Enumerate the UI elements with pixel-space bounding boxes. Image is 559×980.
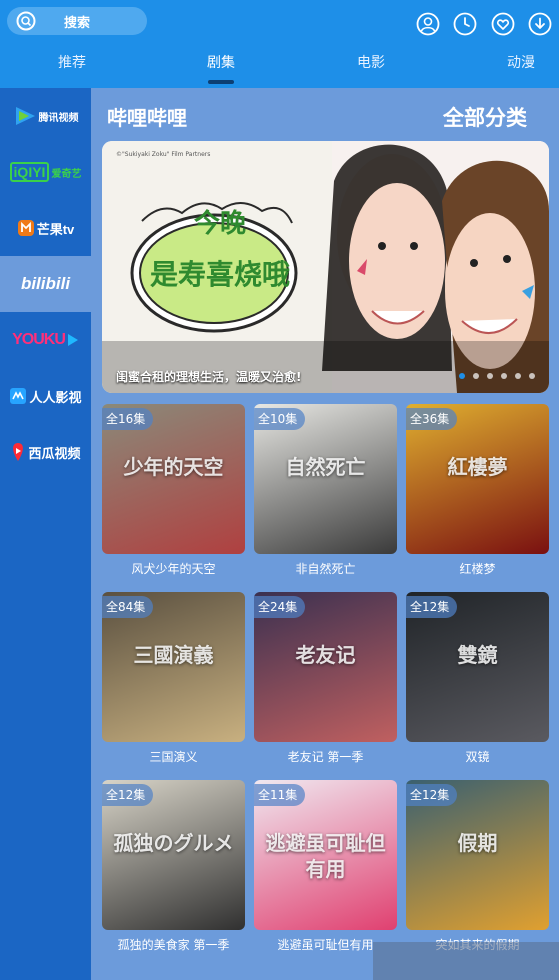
active-tab-indicator (208, 80, 234, 84)
show-title: 非自然死亡 (295, 562, 356, 576)
poster-art-text: 假期 (457, 831, 498, 855)
history-icon[interactable] (453, 12, 477, 36)
sidebar-label-iqiyi: 爱奇艺 (51, 168, 82, 180)
mango-icon (17, 220, 34, 236)
sidebar-label-bilibili: bilibili (20, 274, 71, 293)
sidebar-label-tencent: 腾讯视频 (38, 112, 79, 124)
banner-credit: ©"Sukiyaki Zoku" Film Partners (116, 151, 211, 158)
banner-poster-text-2: 是寿喜烧哦 (150, 258, 291, 291)
banner-dot[interactable] (529, 373, 535, 379)
renren-logo: 人人影视 (9, 387, 82, 406)
sidebar-item-mango[interactable]: 芒果tv (0, 200, 91, 256)
banner-dot[interactable] (473, 373, 479, 379)
banner-dot[interactable] (487, 373, 493, 379)
renren-icon (10, 388, 27, 404)
bilibili-logo: bilibili (21, 274, 70, 294)
tab-anime[interactable]: 动漫 (507, 52, 535, 72)
sidebar-item-youku[interactable]: YOUKU (0, 312, 91, 368)
user-icon[interactable] (416, 12, 440, 36)
banner-poster-text-1: 今晚 (194, 209, 247, 239)
tab-series[interactable]: 剧集 (207, 52, 235, 72)
banner-caption: 闺蜜合租的理想生活，温暖又治愈! (116, 370, 302, 384)
sidebar-item-renren[interactable]: 人人影视 (0, 368, 91, 424)
episode-count-badge: 全10集 (254, 408, 306, 430)
show-poster[interactable]: 自然死亡 全10集 (254, 404, 397, 554)
episode-count-badge: 全24集 (254, 596, 306, 618)
banner-dot[interactable] (501, 373, 507, 379)
show-title: 双镜 (465, 750, 490, 764)
xigua-logo: 西瓜视频 (10, 442, 81, 462)
banner-dot[interactable] (515, 373, 521, 379)
episode-count-badge: 全11集 (254, 784, 306, 806)
tencent-play-icon (15, 107, 35, 125)
show-title: 孤独的美食家 第一季 (117, 938, 230, 952)
sidebar-label-renren: 人人影视 (29, 389, 82, 405)
featured-banner[interactable]: 今晚 是寿喜烧哦 ©"Sukiyaki Zoku" Film Partners … (102, 141, 549, 393)
sidebar-item-iqiyi[interactable]: iQIYI 爱奇艺 (0, 144, 91, 200)
section-title: 哔哩哔哩 (107, 106, 187, 130)
tab-movies[interactable]: 电影 (357, 52, 385, 72)
overlay-toast (373, 942, 559, 980)
iqiyi-logo: iQIYI 爱奇艺 (9, 162, 82, 182)
tencent-video-logo: 腾讯视频 (13, 105, 79, 127)
sidebar-label-mango: 芒果tv (36, 221, 75, 237)
show-poster[interactable]: 紅樓夢 全36集 (406, 404, 549, 554)
download-icon[interactable] (528, 12, 552, 36)
youku-play-icon (67, 334, 78, 346)
sidebar-label-xigua: 西瓜视频 (28, 445, 81, 461)
category-tabs: 推荐 剧集 电影 动漫 (0, 52, 559, 88)
sidebar-label-youku: YOUKU (12, 331, 66, 348)
show-poster[interactable]: 少年的天空 全16集 (102, 404, 245, 554)
show-title: 红楼梦 (459, 562, 496, 576)
show-poster[interactable]: 逃避虽可耻但有用 全11集 (254, 780, 397, 930)
show-poster[interactable]: 三國演義 全84集 (102, 592, 245, 742)
xigua-icon (13, 443, 24, 461)
show-title: 风犬少年的天空 (131, 562, 216, 576)
tab-recommend[interactable]: 推荐 (58, 52, 86, 72)
poster-art-text: 三國演義 (133, 643, 214, 667)
search-label: 搜索 (63, 15, 90, 31)
youku-logo: YOUKU (12, 331, 79, 349)
poster-art-text: 老友记 (295, 643, 356, 667)
episode-count-badge: 全36集 (406, 408, 458, 430)
mango-tv-logo: 芒果tv (17, 219, 75, 238)
favorite-icon[interactable] (491, 12, 515, 36)
banner-dot[interactable] (459, 373, 465, 379)
poster-art-text: 紅樓夢 (447, 455, 508, 479)
show-poster[interactable]: 孤独のグルメ 全12集 (102, 780, 245, 930)
top-header: 搜索 推荐 剧集 电影 动漫 (0, 0, 559, 88)
show-poster[interactable]: 假期 全12集 (406, 780, 549, 930)
main-content: 哔哩哔哩 全部分类 今晚 是寿喜烧哦 ©"Sukiyaki Zoku" Film… (91, 88, 559, 980)
show-poster[interactable]: 雙鏡 全12集 (406, 592, 549, 742)
poster-art-text: 自然死亡 (285, 455, 366, 479)
banner-pagination (459, 373, 535, 379)
episode-count-badge: 全12集 (406, 784, 458, 806)
episode-count-badge: 全12集 (102, 784, 154, 806)
sidebar-item-bilibili[interactable]: bilibili (0, 256, 91, 312)
poster-art-text: 少年的天空 (123, 455, 224, 479)
show-poster[interactable]: 老友记 全24集 (254, 592, 397, 742)
show-title: 老友记 第一季 (287, 750, 364, 764)
poster-art-text: 雙鏡 (457, 643, 498, 667)
episode-count-badge: 全12集 (406, 596, 458, 618)
search-bar[interactable]: 搜索 (7, 7, 147, 35)
platform-sidebar: 腾讯视频 iQIYI 爱奇艺 芒果tv bilibili YOUKU 人人影视 … (0, 88, 91, 980)
show-title: 三国演义 (149, 750, 198, 764)
episode-count-badge: 全16集 (102, 408, 154, 430)
all-categories-link[interactable]: 全部分类 (443, 102, 527, 132)
sidebar-item-tencent[interactable]: 腾讯视频 (0, 88, 91, 144)
sidebar-item-xigua[interactable]: 西瓜视频 (0, 424, 91, 480)
episode-count-badge: 全84集 (102, 596, 154, 618)
poster-art-text: 孤独のグルメ (113, 831, 234, 855)
poster-art-text: 逃避虽可耻但有用 (265, 831, 386, 881)
